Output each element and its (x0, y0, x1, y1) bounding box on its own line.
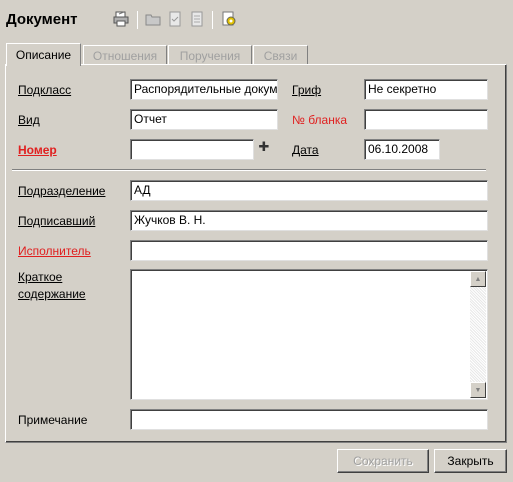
podrazdelenie-label[interactable]: Подразделение (18, 184, 105, 198)
toolbar-separator (137, 11, 138, 29)
ispolnitel-field[interactable] (130, 240, 488, 261)
data-label[interactable]: Дата (292, 143, 319, 157)
nomer-blanka-label: № бланка (292, 113, 348, 127)
close-button[interactable]: Закрыть (434, 449, 507, 473)
grif-label[interactable]: Гриф (292, 83, 321, 97)
podpisavshiy-field[interactable]: Жучков В. Н. (130, 210, 488, 231)
nomer-label[interactable]: Номер (18, 143, 57, 157)
summary-textarea[interactable]: ▲ ▼ (130, 269, 488, 400)
podklass-field[interactable]: Распорядительные докум (130, 79, 278, 100)
vid-field[interactable]: Отчет (130, 109, 278, 130)
podklass-label[interactable]: Подкласс (18, 83, 71, 97)
podrazdelenie-field[interactable]: АД (130, 180, 488, 201)
vertical-scrollbar[interactable]: ▲ ▼ (470, 271, 486, 398)
checklist-icon[interactable] (166, 10, 184, 28)
tab-assignments[interactable]: Поручения (168, 45, 252, 65)
vid-label[interactable]: Вид (18, 113, 40, 127)
scroll-up-icon[interactable]: ▲ (470, 271, 486, 287)
primechanie-field[interactable] (130, 409, 488, 430)
section-divider (12, 169, 486, 171)
document-icon[interactable] (188, 10, 206, 28)
nomer-blanka-field[interactable] (364, 109, 488, 130)
tab-description[interactable]: Описание (6, 43, 81, 66)
settings-icon[interactable] (220, 10, 238, 28)
tab-relations[interactable]: Отношения (83, 45, 167, 65)
kratkoe-label-line1[interactable]: Краткое (18, 270, 62, 284)
folder-icon[interactable] (144, 10, 162, 28)
toolbar-separator (212, 11, 213, 29)
kratkoe-label-line2[interactable]: содержание (18, 287, 86, 301)
ispolnitel-label[interactable]: Исполнитель (18, 244, 91, 258)
scroll-down-icon[interactable]: ▼ (470, 382, 486, 398)
primechanie-label: Примечание (18, 413, 88, 427)
print-icon[interactable] (112, 10, 130, 28)
nomer-field[interactable] (130, 139, 254, 160)
tab-links[interactable]: Связи (253, 45, 308, 65)
plus-icon[interactable]: ✚ (258, 140, 270, 153)
save-button[interactable]: Сохранить (337, 449, 429, 473)
date-field[interactable]: 06.10.2008 (364, 139, 440, 160)
grif-field[interactable]: Не секретно (364, 79, 488, 100)
podpisavshiy-label[interactable]: Подписавший (18, 214, 95, 228)
page-title: Документ (6, 11, 78, 28)
